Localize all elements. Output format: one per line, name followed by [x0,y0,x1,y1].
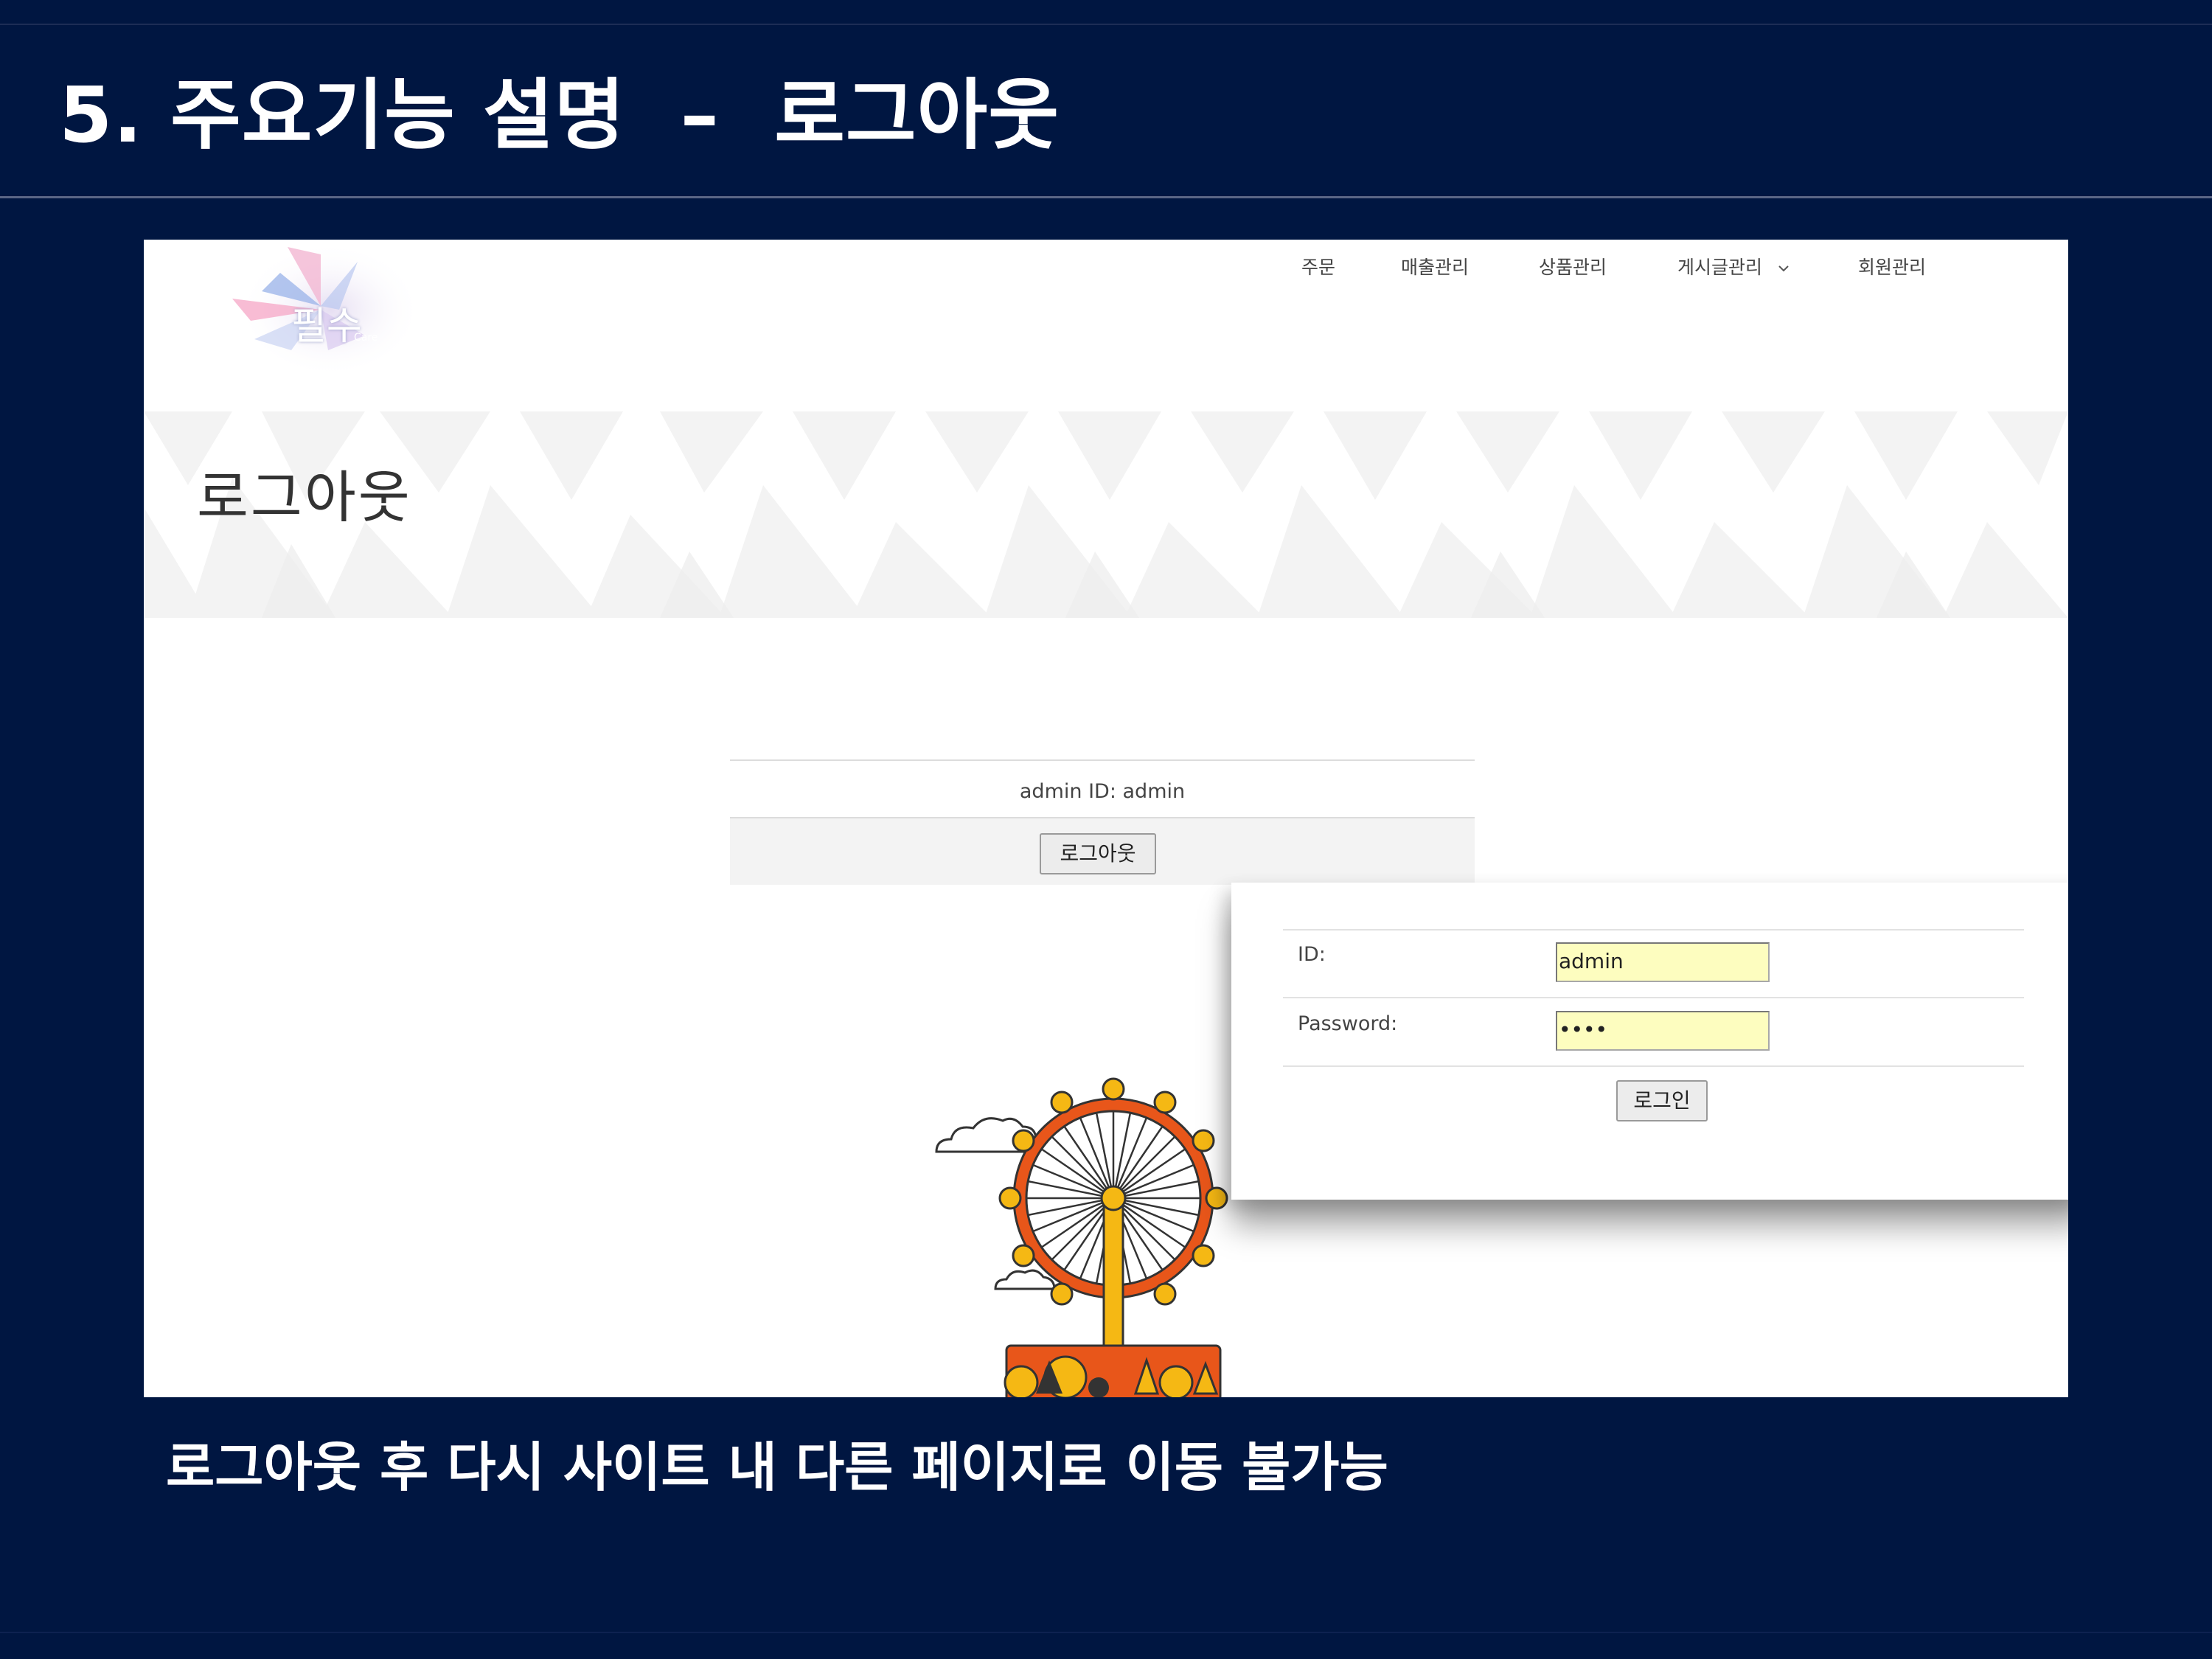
slide-caption: 로그아웃 후 다시 사이트 내 다른 페이지로 이동 불가능 [166,1436,1388,1498]
nav-item-order[interactable]: 주문 [1301,253,1335,282]
logo-text: 필수 [291,305,362,349]
nav-item-posts[interactable]: 게시글관리 [1677,253,1790,282]
slide-title: 5. 주요기능 설명 – 로그아웃 [59,70,1060,160]
site-logo[interactable]: 필수 Care [210,240,424,380]
nav-item-posts-label: 게시글관리 [1677,257,1763,278]
ferris-wheel-illustration [935,1077,1228,1397]
form-divider [1283,929,2024,931]
bottom-rule [0,1632,2212,1633]
admin-id-text: admin ID: admin [1019,780,1186,803]
form-divider [1283,1065,2024,1067]
nav-item-products[interactable]: 상품관리 [1539,253,1607,282]
password-label: Password: [1298,1012,1398,1035]
id-input[interactable]: admin [1556,942,1770,982]
password-input[interactable]: •••• [1556,1011,1770,1051]
nav-item-sales[interactable]: 매출관리 [1401,253,1469,282]
screenshot: 필수 Care 주문 매출관리 상품관리 게시글관리 회원관리 로그아웃 adm… [144,240,2068,1397]
page-heading: 로그아웃 [197,465,412,530]
panel-divider [730,759,1475,761]
login-button[interactable]: 로그인 [1616,1080,1708,1121]
logout-button[interactable]: 로그아웃 [1040,833,1156,874]
chevron-down-icon [1778,265,1789,272]
login-form-card: ID: admin Password: •••• 로그인 [1231,883,2068,1200]
top-rule [0,24,2212,25]
id-label: ID: [1298,943,1326,966]
logo-subtext: Care [354,332,378,344]
logout-button-row: 로그아웃 [730,817,1475,885]
nav-item-members[interactable]: 회원관리 [1858,253,1926,282]
page-banner [144,411,2068,618]
logout-panel: admin ID: admin 로그아웃 [730,759,1475,892]
form-divider [1283,997,2024,998]
title-rule [0,196,2212,198]
banner-pattern [144,411,2068,618]
